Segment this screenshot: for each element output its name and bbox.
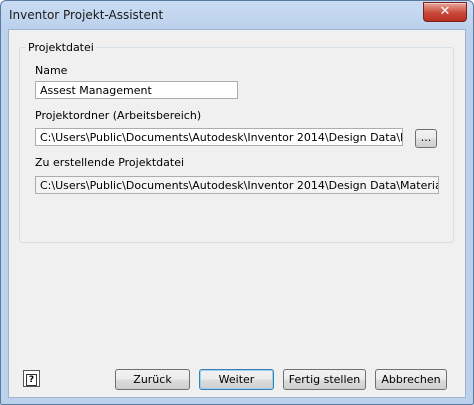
project-folder-label: Projektordner (Arbeitsbereich) <box>35 109 202 122</box>
finish-button-label: Fertig stellen <box>288 373 361 386</box>
window-title: Inventor Projekt-Assistent <box>9 8 164 22</box>
title-bar[interactable]: Inventor Projekt-Assistent ✕ <box>1 1 473 29</box>
back-button[interactable]: Zurück <box>115 369 190 390</box>
back-button-label: Zurück <box>133 373 172 386</box>
project-file-field[interactable]: C:\Users\Public\Documents\Autodesk\Inven… <box>35 176 439 194</box>
cancel-button-label: Abbrechen <box>381 373 441 386</box>
help-icon[interactable]: ? <box>23 370 40 387</box>
next-button-label: Weiter <box>218 373 255 386</box>
close-icon: ✕ <box>439 4 451 19</box>
next-button[interactable]: Weiter <box>199 369 274 390</box>
browse-button-label: ... <box>420 131 432 144</box>
project-folder-field[interactable]: C:\Users\Public\Documents\Autodesk\Inven… <box>35 128 403 146</box>
name-label: Name <box>35 64 68 77</box>
browse-button[interactable]: ... <box>415 129 437 148</box>
cancel-button[interactable]: Abbrechen <box>375 369 447 390</box>
name-field[interactable]: Assest Management <box>35 81 238 99</box>
group-title: Projektdatei <box>26 41 96 54</box>
project-file-group: Projektdatei Name Assest Management Proj… <box>19 41 454 243</box>
finish-button[interactable]: Fertig stellen <box>283 369 366 390</box>
dialog-content: Projektdatei Name Assest Management Proj… <box>8 29 466 398</box>
project-file-label: Zu erstellende Projektdatei <box>35 156 185 169</box>
dialog-window: Inventor Projekt-Assistent ✕ Projektdate… <box>0 0 474 405</box>
close-button[interactable]: ✕ <box>423 2 467 22</box>
